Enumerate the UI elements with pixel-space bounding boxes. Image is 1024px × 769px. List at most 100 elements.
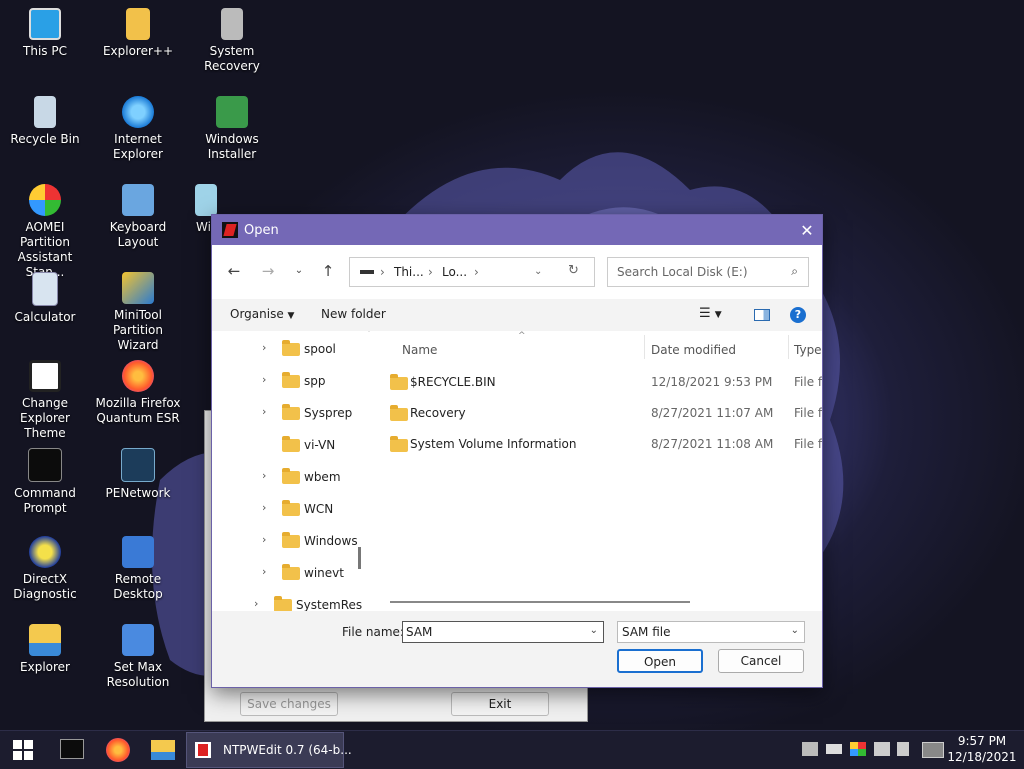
- tree-scrollbar[interactable]: [358, 547, 361, 569]
- chevron-down-icon[interactable]: ⌄: [590, 625, 598, 636]
- close-button[interactable]: ✕: [792, 221, 822, 240]
- ntpwedit-app-icon: [222, 222, 238, 238]
- help-icon[interactable]: ?: [790, 307, 806, 323]
- folder-icon: [282, 436, 300, 452]
- file-type-select[interactable]: SAM file ⌄: [617, 621, 805, 643]
- tree-item-spool[interactable]: › spool: [212, 337, 362, 361]
- tree-item-wbem[interactable]: › wbem: [212, 465, 362, 489]
- refresh-icon[interactable]: ↻: [568, 263, 579, 278]
- tree-item-sysprep[interactable]: › Sysprep: [212, 401, 362, 425]
- tree-item-wcn[interactable]: › WCN: [212, 497, 362, 521]
- address-bar[interactable]: › Thi... › Lo... › ⌄ ↻: [349, 257, 595, 287]
- organise-button[interactable]: Organise ▼: [230, 307, 294, 321]
- explorer-folder-icon: [29, 624, 61, 656]
- desktop-icon-explorer-plus[interactable]: Explorer++: [93, 2, 183, 59]
- forward-arrow-icon[interactable]: →: [258, 261, 278, 281]
- calculator-icon: [32, 272, 58, 306]
- desktop-icon-remote-desktop[interactable]: Remote Desktop: [93, 530, 183, 602]
- network-tray-icon[interactable]: [802, 742, 818, 756]
- volume-muted-icon[interactable]: [897, 742, 909, 756]
- column-header-type[interactable]: Type: [794, 343, 822, 357]
- firefox-taskbar-icon[interactable]: [106, 738, 130, 762]
- search-icon: ⌕: [791, 264, 798, 278]
- folder-icon: [390, 374, 408, 390]
- desktop-icon-explorer[interactable]: Explorer: [0, 618, 90, 675]
- cmd-icon: [28, 448, 62, 482]
- color-tray-icon[interactable]: [850, 742, 866, 756]
- open-button[interactable]: Open: [617, 649, 703, 673]
- back-arrow-icon[interactable]: ←: [224, 261, 244, 281]
- folder-icon: [282, 372, 300, 388]
- view-options-icon[interactable]: ☰ ▼: [699, 306, 722, 321]
- breadcrumb-separator-icon: ›: [380, 265, 385, 279]
- remote-desktop-icon: [122, 536, 154, 568]
- desktop-icon-aomei[interactable]: AOMEI Partition Assistant Stan...: [0, 178, 90, 280]
- folder-icon: [282, 532, 300, 548]
- system-recovery-icon: [221, 8, 243, 40]
- save-changes-button[interactable]: Save changes: [240, 692, 338, 716]
- desktop-icon-command-prompt[interactable]: Command Prompt: [0, 442, 90, 516]
- desktop-icon-this-pc[interactable]: This PC: [0, 2, 90, 59]
- start-windows-icon[interactable]: [13, 740, 33, 760]
- tree-item-winevt[interactable]: › winevt: [212, 561, 362, 585]
- minitool-icon: [122, 272, 154, 304]
- network-icon: [121, 448, 155, 482]
- tree-item-spp[interactable]: › spp: [212, 369, 362, 393]
- file-name-input[interactable]: SAM ⌄: [402, 621, 604, 643]
- search-input[interactable]: Search Local Disk (E:) ⌕: [607, 257, 809, 287]
- folder-icon: [282, 564, 300, 580]
- open-dialog: Open ✕ ← → ⌄ ↑ › Thi... › Lo... › ⌄ ↻ Se…: [211, 214, 823, 688]
- file-row-system-volume-information[interactable]: System Volume Information 8/27/2021 11:08…: [370, 431, 822, 459]
- breadcrumb-this-pc[interactable]: Thi...: [394, 265, 424, 279]
- cmd-taskbar-icon[interactable]: [60, 739, 84, 759]
- file-row-recovery[interactable]: Recovery8/27/2021 11:07 AMFile fo: [370, 400, 822, 428]
- desktop-icon-set-max-resolution[interactable]: Set Max Resolution: [93, 618, 183, 690]
- desktop-icon-firefox[interactable]: Mozilla Firefox Quantum ESR: [93, 354, 183, 426]
- taskbar-app-ntpwedit[interactable]: NTPWEdit 0.7 (64-b...: [186, 732, 352, 768]
- keyboard-tray-icon[interactable]: [826, 744, 842, 754]
- up-arrow-icon[interactable]: ↑: [318, 261, 338, 281]
- explorer-taskbar-icon[interactable]: [151, 740, 175, 760]
- chevron-right-icon: ›: [262, 341, 267, 354]
- dialog-title-bar[interactable]: Open ✕: [212, 215, 822, 245]
- desktop-icon-directx[interactable]: DirectX Diagnostic: [0, 530, 90, 602]
- window-icon: [195, 184, 217, 216]
- exit-button[interactable]: Exit: [451, 692, 549, 716]
- taskbar-clock[interactable]: 9:57 PM 12/18/2021: [944, 733, 1020, 765]
- tree-item-windows[interactable]: › Windows: [212, 529, 362, 553]
- column-divider: [788, 335, 789, 359]
- folder-icon: [282, 468, 300, 484]
- desktop-icon-keyboard-layout[interactable]: Keyboard Layout: [93, 178, 183, 250]
- preview-pane-icon[interactable]: [754, 309, 770, 321]
- column-header-name[interactable]: Name: [402, 343, 437, 357]
- desktop-icon-change-explorer-theme[interactable]: Change Explorer Theme: [0, 354, 90, 441]
- tree-item-vi-vn[interactable]: vi-VN: [212, 433, 362, 457]
- touch-keyboard-icon[interactable]: [922, 742, 944, 758]
- file-name-label: File name:: [342, 625, 404, 639]
- recent-locations-chevron-icon[interactable]: ⌄: [289, 261, 309, 281]
- internet-explorer-icon: [122, 96, 154, 128]
- desktop-icon-windows-installer[interactable]: Windows Installer: [187, 90, 277, 162]
- desktop-icon-calculator[interactable]: Calculator: [0, 266, 90, 325]
- breadcrumb-local-disk[interactable]: Lo...: [442, 265, 467, 279]
- desktop-icon-recycle-bin[interactable]: Recycle Bin: [0, 90, 90, 147]
- breadcrumb-separator-icon: ›: [474, 265, 479, 279]
- tree-item-systemres[interactable]: › SystemRes: [212, 593, 362, 611]
- sort-ascending-icon: ^: [518, 331, 526, 341]
- desktop-icon-internet-explorer[interactable]: Internet Explorer: [93, 90, 183, 162]
- horizontal-scrollbar[interactable]: [390, 601, 690, 603]
- desktop-icon-system-recovery[interactable]: System Recovery: [187, 2, 277, 74]
- column-header-date-modified[interactable]: Date modified: [651, 343, 736, 357]
- address-dropdown-chevron-icon[interactable]: ⌄: [534, 266, 542, 277]
- folder-icon: [282, 500, 300, 516]
- cancel-button[interactable]: Cancel: [718, 649, 804, 673]
- windows-installer-icon: [216, 96, 248, 128]
- desktop-icon-minitool[interactable]: MiniTool Partition Wizard: [93, 266, 183, 353]
- folder-icon: [126, 8, 150, 40]
- file-row-recycle-bin[interactable]: $RECYCLE.BIN12/18/2021 9:53 PMFile fo: [370, 369, 822, 397]
- directx-icon: [29, 536, 61, 568]
- ntpwedit-icon: [195, 742, 211, 758]
- desktop-icon-penetwork[interactable]: PENetwork: [93, 442, 183, 501]
- monitor-tray-icon[interactable]: [874, 742, 890, 756]
- new-folder-button[interactable]: New folder: [321, 307, 386, 321]
